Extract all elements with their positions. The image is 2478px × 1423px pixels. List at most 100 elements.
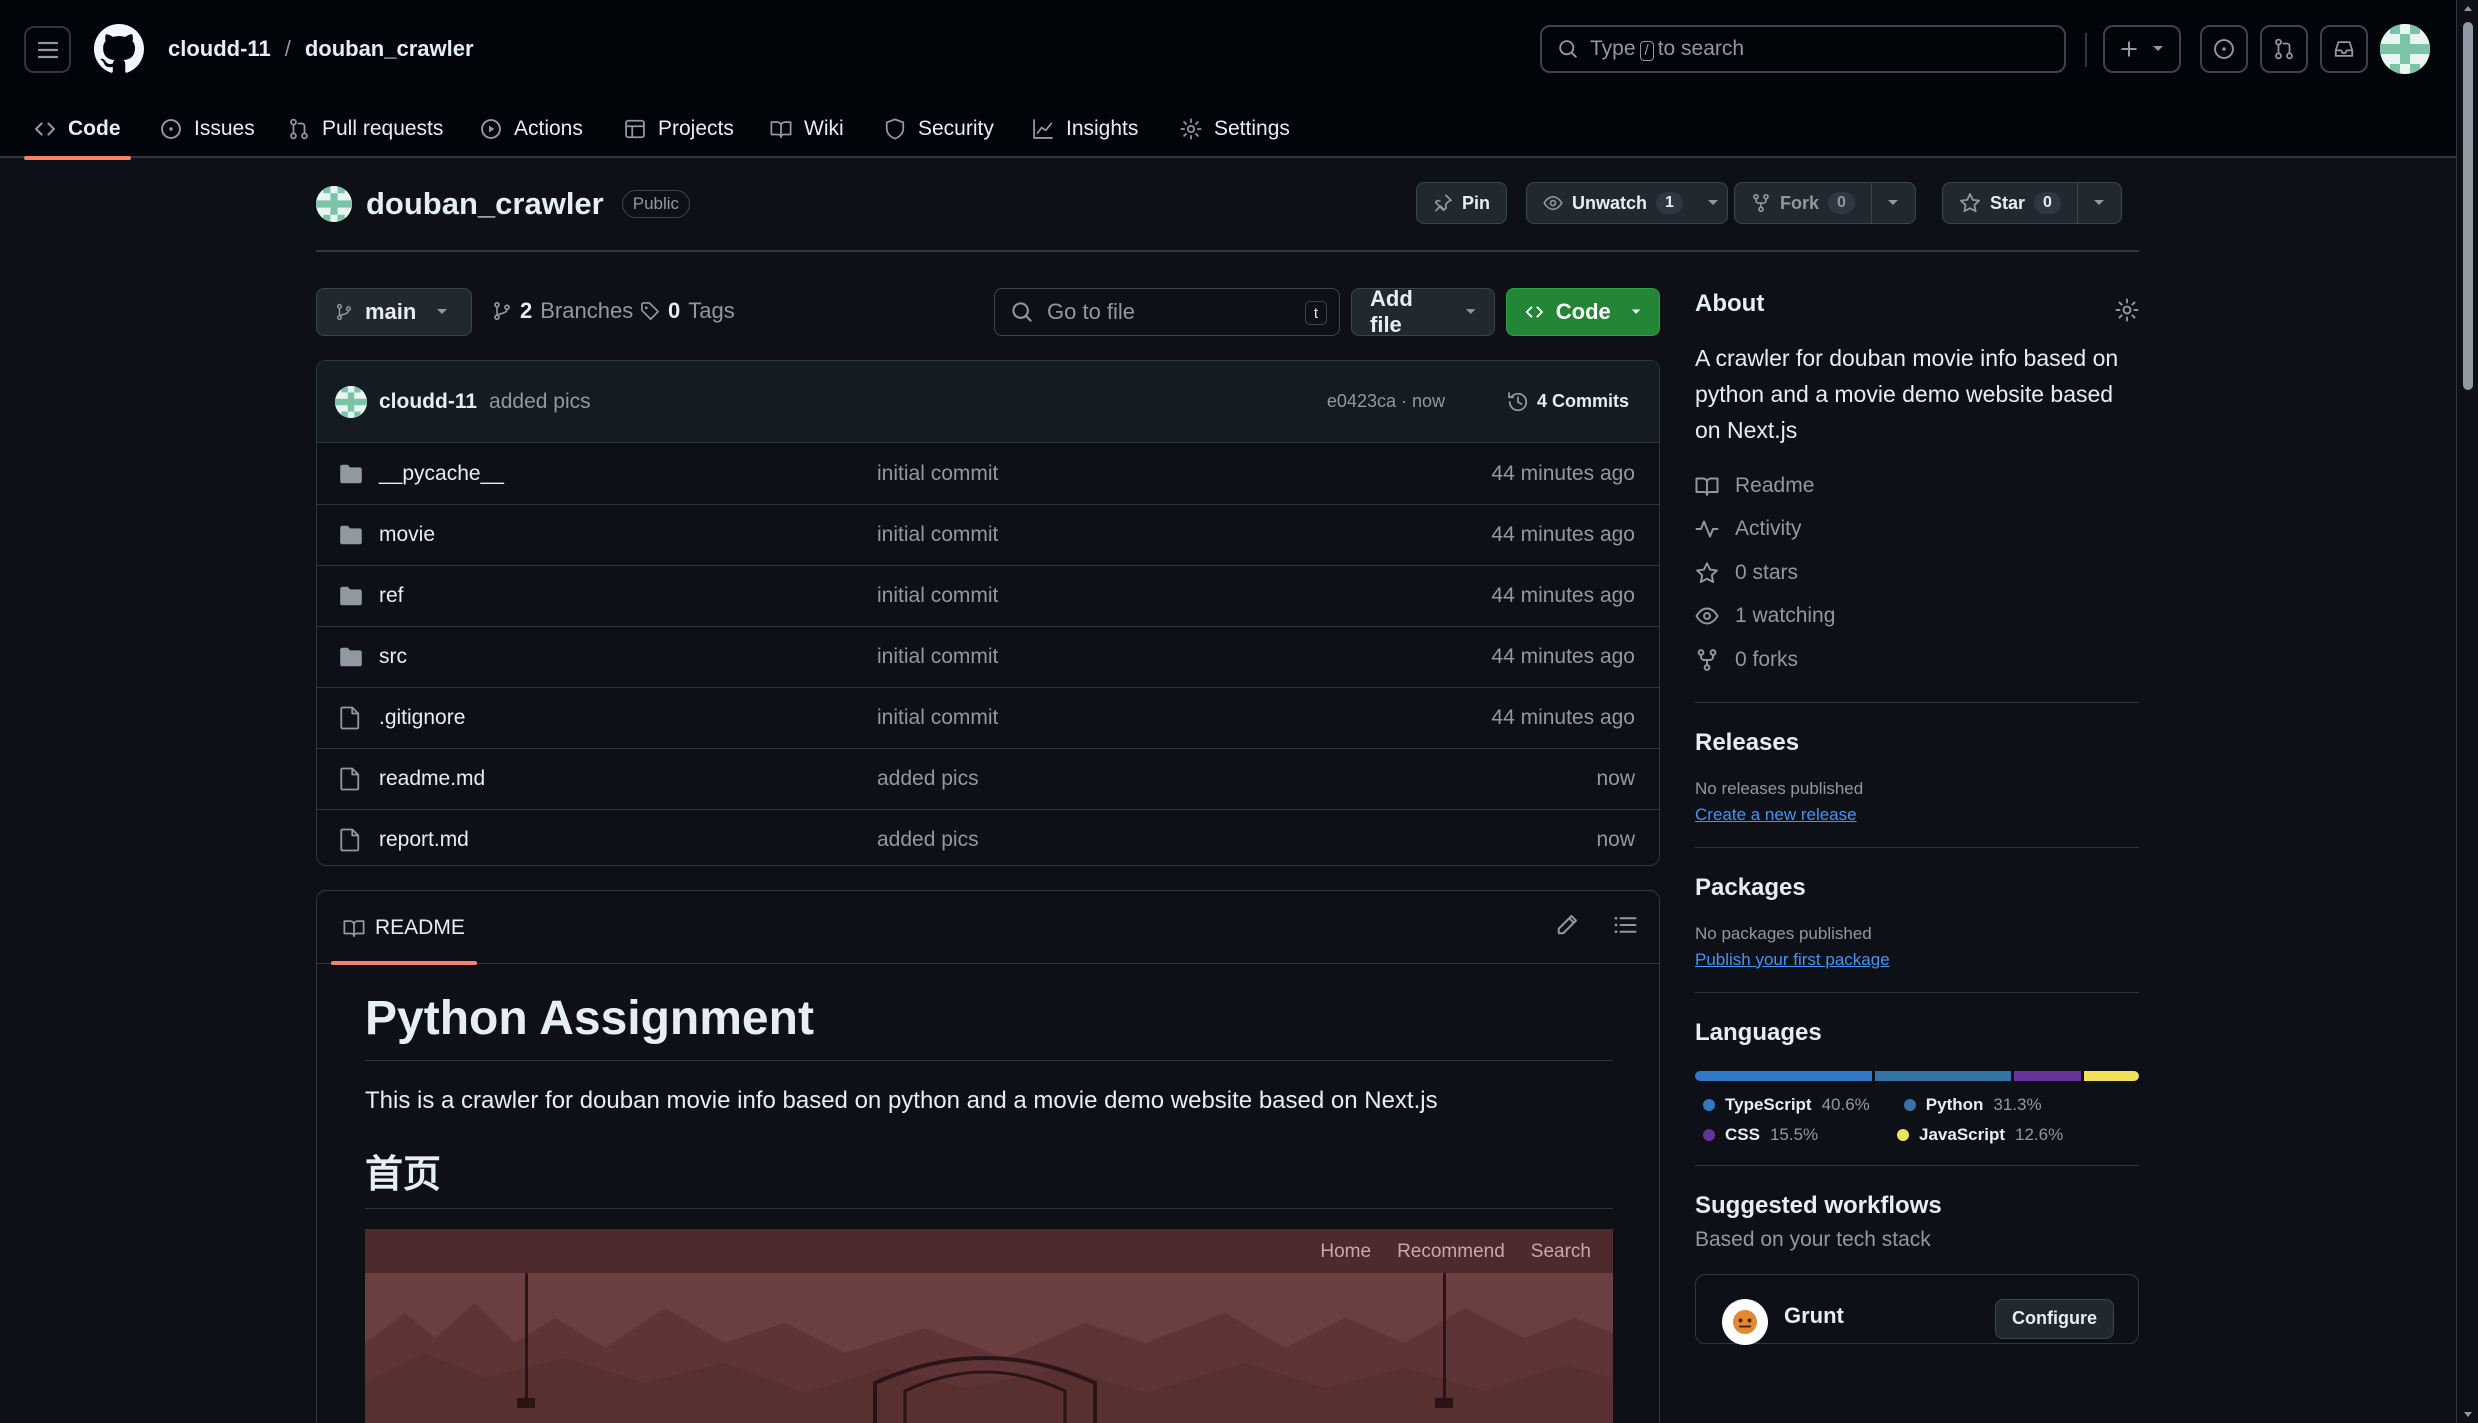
configure-button[interactable]: Configure bbox=[1995, 1298, 2114, 1339]
readme-panel: README Python Assignment This is a crawl… bbox=[316, 890, 1660, 1423]
github-logo-icon[interactable] bbox=[94, 24, 144, 74]
language-item[interactable]: Python 31.3% bbox=[1903, 1094, 2064, 1115]
star-icon bbox=[1960, 193, 1980, 213]
unwatch-dropdown[interactable] bbox=[1699, 183, 1727, 223]
pin-button[interactable]: Pin bbox=[1416, 182, 1508, 224]
branch-selector[interactable]: main bbox=[316, 288, 472, 336]
tags-link[interactable]: 0 Tags bbox=[640, 298, 735, 324]
menu-button[interactable] bbox=[24, 26, 71, 73]
publish-package-link[interactable]: Publish your first package bbox=[1695, 950, 2139, 970]
tab-projects[interactable]: Projects bbox=[614, 100, 744, 158]
user-avatar[interactable] bbox=[2380, 24, 2430, 74]
code-icon bbox=[35, 122, 55, 136]
file-name-link[interactable]: .gitignore bbox=[379, 706, 465, 730]
breadcrumb-repo[interactable]: douban_crawler bbox=[305, 36, 474, 62]
fork-icon bbox=[1697, 648, 1717, 671]
tab-pull-requests[interactable]: Pull requests bbox=[278, 100, 453, 158]
about-item-label: 0 stars bbox=[1735, 560, 1799, 584]
pin-label: Pin bbox=[1462, 192, 1491, 213]
commit-author-avatar[interactable] bbox=[335, 385, 367, 418]
identicon-icon bbox=[335, 385, 367, 418]
scroll-down-arrow-icon[interactable] bbox=[2457, 1407, 2478, 1423]
tab-readme[interactable]: README bbox=[331, 891, 477, 965]
tab-issues[interactable]: Issues bbox=[150, 100, 265, 158]
breadcrumb: cloudd-11 / douban_crawler bbox=[168, 36, 474, 62]
code-button[interactable]: Code bbox=[1506, 288, 1660, 336]
language-item[interactable]: TypeScript 40.6% bbox=[1703, 1095, 1870, 1115]
commit-message[interactable]: added pics bbox=[489, 390, 591, 414]
create-release-link[interactable]: Create a new release bbox=[1695, 805, 2139, 825]
file-commit-message[interactable]: added pics bbox=[877, 828, 979, 852]
commit-author[interactable]: cloudd-11 bbox=[379, 390, 477, 414]
language-item[interactable]: CSS 15.5% bbox=[1703, 1125, 1863, 1145]
star-button[interactable]: Star 0 bbox=[1942, 182, 2122, 224]
file-commit-message[interactable]: initial commit bbox=[877, 523, 998, 547]
tab-code[interactable]: Code bbox=[24, 100, 131, 160]
file-name-link[interactable]: ref bbox=[379, 584, 404, 608]
global-search-input[interactable]: Type / to search bbox=[1540, 25, 2066, 73]
tag-icon bbox=[641, 302, 659, 320]
language-name: Python bbox=[1925, 1094, 1984, 1114]
unwatch-label: Unwatch bbox=[1572, 192, 1648, 213]
about-forks-link[interactable]: 0 forks bbox=[1695, 638, 2139, 682]
file-name-link[interactable]: __pycache__ bbox=[379, 462, 504, 486]
readme-content: Python Assignment This is a crawler for … bbox=[365, 991, 1613, 1423]
file-row[interactable]: ref initial commit 44 minutes ago bbox=[317, 565, 1659, 626]
tab-insights[interactable]: Insights bbox=[1022, 100, 1148, 158]
file-name-link[interactable]: readme.md bbox=[379, 767, 485, 791]
about-watching-link[interactable]: 1 watching bbox=[1695, 595, 2139, 639]
file-commit-message[interactable]: initial commit bbox=[877, 584, 998, 608]
readme-screenshot-image: Home Recommend Search bbox=[365, 1229, 1613, 1423]
file-commit-message[interactable]: initial commit bbox=[877, 645, 998, 669]
scroll-up-arrow-icon[interactable] bbox=[2457, 0, 2478, 16]
file-row[interactable]: __pycache__ initial commit 44 minutes ago bbox=[317, 443, 1659, 504]
workflow-name: Grunt bbox=[1784, 1302, 1844, 1328]
tab-actions[interactable]: Actions bbox=[470, 100, 593, 158]
add-file-button[interactable]: Add file bbox=[1351, 286, 1495, 337]
releases-heading[interactable]: Releases bbox=[1695, 729, 2139, 757]
file-row[interactable]: movie initial commit 44 minutes ago bbox=[317, 504, 1659, 565]
owner-avatar[interactable] bbox=[316, 186, 352, 222]
create-new-button[interactable] bbox=[2103, 25, 2181, 73]
file-name-link[interactable]: src bbox=[379, 645, 407, 669]
tab-wiki[interactable]: Wiki bbox=[760, 100, 854, 158]
fork-button[interactable]: Fork 0 bbox=[1734, 182, 1916, 224]
file-commit-message[interactable]: initial commit bbox=[877, 706, 998, 730]
tab-security[interactable]: Security bbox=[874, 100, 1004, 158]
star-dropdown[interactable] bbox=[2076, 183, 2121, 223]
file-row[interactable]: report.md added pics now bbox=[317, 809, 1659, 865]
repo-name[interactable]: douban_crawler bbox=[366, 186, 604, 222]
commit-meta[interactable]: e0423ca · now bbox=[1327, 391, 1445, 412]
file-row[interactable]: src initial commit 44 minutes ago bbox=[317, 626, 1659, 687]
tab-settings[interactable]: Settings bbox=[1170, 100, 1300, 158]
unwatch-button[interactable]: Unwatch 1 bbox=[1526, 182, 1728, 224]
breadcrumb-owner[interactable]: cloudd-11 bbox=[168, 36, 271, 62]
screenshot-nav-recommend: Recommend bbox=[1397, 1241, 1505, 1262]
file-row[interactable]: readme.md added pics now bbox=[317, 748, 1659, 809]
fork-dropdown[interactable] bbox=[1870, 183, 1915, 223]
file-name-link[interactable]: movie bbox=[379, 523, 435, 547]
gear-icon[interactable] bbox=[2115, 298, 2139, 322]
commits-link[interactable]: 4 Commits bbox=[1507, 391, 1629, 413]
file-name-link[interactable]: report.md bbox=[379, 828, 469, 852]
file-row[interactable]: .gitignore initial commit 44 minutes ago bbox=[317, 687, 1659, 748]
language-color-dot bbox=[1703, 1128, 1715, 1141]
about-activity-link[interactable]: Activity bbox=[1695, 508, 2139, 552]
pencil-icon[interactable] bbox=[1555, 913, 1579, 937]
page-scrollbar[interactable] bbox=[2456, 0, 2478, 1423]
about-readme-link[interactable]: Readme bbox=[1695, 464, 2139, 508]
pull-requests-button[interactable] bbox=[2260, 25, 2308, 73]
branch-icon bbox=[494, 301, 510, 321]
tab-label: Code bbox=[68, 117, 121, 140]
go-to-file-input[interactable]: Go to file t bbox=[994, 288, 1340, 336]
file-commit-message[interactable]: initial commit bbox=[877, 462, 998, 486]
issues-button[interactable] bbox=[2200, 25, 2248, 73]
list-outline-icon[interactable] bbox=[1613, 913, 1637, 937]
scrollbar-thumb[interactable] bbox=[2463, 22, 2473, 390]
language-item[interactable]: JavaScript 12.6% bbox=[1897, 1125, 2063, 1145]
about-stars-link[interactable]: 0 stars bbox=[1695, 551, 2139, 595]
file-commit-message[interactable]: added pics bbox=[877, 767, 979, 791]
branches-link[interactable]: 2 Branches bbox=[492, 298, 633, 324]
packages-heading[interactable]: Packages bbox=[1695, 874, 2139, 902]
inbox-button[interactable] bbox=[2320, 25, 2368, 73]
